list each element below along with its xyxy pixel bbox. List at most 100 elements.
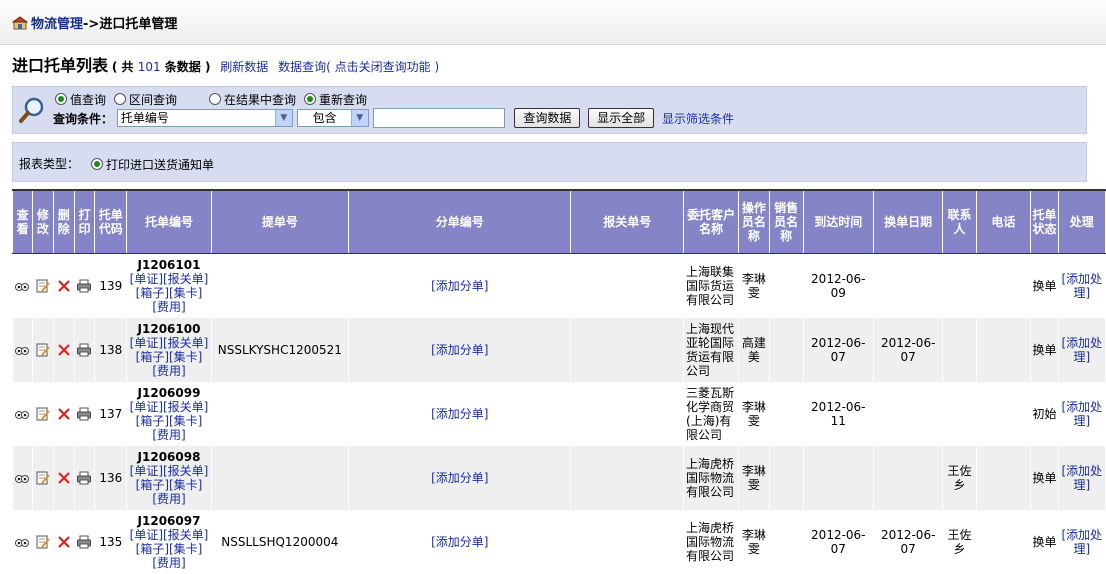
- col-view: 查看: [11, 189, 34, 254]
- list-header: 进口托单列表 ( 共 101 条数据 ) 刷新数据 数据查询( 点击关闭查询功能…: [12, 52, 439, 76]
- view-icon[interactable]: [14, 406, 30, 422]
- delete-cell[interactable]: [53, 510, 75, 574]
- add-sub-link[interactable]: [添加分单]: [431, 279, 488, 293]
- search-field-select[interactable]: 托单编号 ▼: [116, 109, 293, 127]
- edit-icon[interactable]: [35, 534, 51, 550]
- breadcrumb-home-link[interactable]: 物流管理: [31, 17, 83, 32]
- search-value-input[interactable]: [372, 108, 505, 128]
- operator-cell: 李琳雯: [738, 382, 770, 446]
- add-sub-link[interactable]: [添加分单]: [431, 471, 488, 485]
- delete-cell[interactable]: [53, 382, 75, 446]
- edit-icon[interactable]: [35, 342, 51, 358]
- edit-icon[interactable]: [35, 406, 51, 422]
- action-cell: [添加处理]: [1058, 253, 1106, 318]
- code-cell: 139: [94, 253, 128, 318]
- view-cell[interactable]: [12, 446, 34, 510]
- print-icon[interactable]: [76, 470, 92, 486]
- table-row: 135 J1206097 [单证][报关单][箱子][集卡][费用] NSSLLSHQ…: [12, 510, 1106, 574]
- view-icon[interactable]: [14, 342, 30, 358]
- client-cell: 上海虎桥国际物流有限公司: [683, 446, 740, 510]
- show-filter-link[interactable]: 显示筛选条件: [662, 112, 734, 126]
- report-panel: 报表类型： 打印进口送货通知单: [12, 142, 1087, 182]
- query-toggle-link[interactable]: 数据查询( 点击关闭查询功能 ): [278, 60, 439, 74]
- add-action-link[interactable]: [添加处理]: [1061, 464, 1102, 492]
- view-icon[interactable]: [14, 534, 30, 550]
- order-no-cell: J1206101 [单证][报关单][箱子][集卡][费用]: [126, 253, 212, 318]
- phone-cell: [976, 382, 1032, 446]
- print-cell[interactable]: [74, 510, 96, 574]
- add-action-link[interactable]: [添加处理]: [1061, 528, 1102, 556]
- delete-icon[interactable]: [56, 534, 72, 550]
- search-operator-select[interactable]: 包含 ▼: [296, 109, 369, 127]
- exchange-date-cell: [873, 253, 944, 318]
- print-cell[interactable]: [74, 318, 96, 382]
- print-icon[interactable]: [76, 534, 92, 550]
- refresh-link[interactable]: 刷新数据: [220, 60, 268, 74]
- view-cell[interactable]: [12, 382, 34, 446]
- edit-cell[interactable]: [32, 446, 54, 510]
- search-mode-new-radio[interactable]: [304, 93, 317, 105]
- order-doc-links[interactable]: [单证][报关单][箱子][集卡][费用]: [130, 400, 209, 442]
- search-mode-within-radio[interactable]: [209, 93, 222, 105]
- print-cell[interactable]: [74, 382, 96, 446]
- edit-cell[interactable]: [32, 382, 54, 446]
- view-cell[interactable]: [12, 510, 34, 574]
- edit-icon[interactable]: [35, 470, 51, 486]
- print-cell[interactable]: [74, 253, 96, 318]
- print-icon[interactable]: [76, 278, 92, 294]
- report-type-label: 报表类型：: [19, 157, 80, 171]
- edit-cell[interactable]: [32, 318, 54, 382]
- order-doc-links[interactable]: [单证][报关单][箱子][集卡][费用]: [130, 464, 209, 506]
- action-cell: [添加处理]: [1058, 446, 1106, 510]
- delete-icon[interactable]: [56, 470, 72, 486]
- order-no-cell: J1206099 [单证][报关单][箱子][集卡][费用]: [126, 382, 212, 446]
- add-action-link[interactable]: [添加处理]: [1061, 400, 1102, 428]
- edit-cell[interactable]: [32, 253, 54, 318]
- sub-no-cell: [添加分单]: [348, 318, 572, 382]
- add-action-link[interactable]: [添加处理]: [1061, 272, 1102, 300]
- edit-icon[interactable]: [35, 278, 51, 294]
- report-option-radio[interactable]: [91, 158, 103, 170]
- order-doc-links[interactable]: [单证][报关单][箱子][集卡][费用]: [130, 336, 209, 378]
- print-cell[interactable]: [74, 446, 96, 510]
- delete-icon[interactable]: [56, 278, 72, 294]
- sales-cell: [769, 253, 804, 318]
- page-title: 进口托单列表: [12, 56, 109, 75]
- search-field-value: 托单编号: [120, 111, 169, 125]
- delete-cell[interactable]: [53, 446, 75, 510]
- edit-cell[interactable]: [32, 510, 54, 574]
- col-delete: 删除: [52, 189, 75, 254]
- print-icon[interactable]: [76, 342, 92, 358]
- view-icon[interactable]: [14, 278, 30, 294]
- col-sub-no: 分单编号: [348, 189, 572, 254]
- record-count-number: 101: [137, 60, 161, 74]
- order-doc-links[interactable]: [单证][报关单][箱子][集卡][费用]: [130, 528, 209, 570]
- search-mode-value-radio[interactable]: [55, 93, 67, 105]
- view-icon[interactable]: [14, 470, 30, 486]
- report-type-option[interactable]: 打印进口送货通知单: [91, 156, 214, 173]
- query-button[interactable]: 查询数据: [514, 108, 581, 128]
- exchange-date-cell: 2012-06-07: [873, 510, 944, 574]
- add-sub-link[interactable]: [添加分单]: [431, 343, 488, 357]
- col-sales: 销售员名称: [768, 189, 804, 254]
- view-cell[interactable]: [12, 253, 34, 318]
- add-sub-link[interactable]: [添加分单]: [431, 407, 488, 421]
- delete-cell[interactable]: [53, 318, 75, 382]
- view-cell[interactable]: [12, 318, 34, 382]
- print-icon[interactable]: [76, 406, 92, 422]
- add-sub-link[interactable]: [添加分单]: [431, 535, 488, 549]
- delete-icon[interactable]: [56, 406, 72, 422]
- delete-icon[interactable]: [56, 342, 72, 358]
- phone-cell: [976, 253, 1032, 318]
- order-doc-links[interactable]: [单证][报关单][箱子][集卡][费用]: [130, 272, 209, 314]
- add-action-link[interactable]: [添加处理]: [1061, 336, 1102, 364]
- table-header-row: 查看 修改 删除 打印 托单代码 托单编号 提单号 分单编号 报关单号 委托客户…: [11, 189, 1106, 254]
- client-cell: 上海联集国际货运有限公司: [683, 253, 740, 318]
- delete-cell[interactable]: [53, 253, 75, 318]
- sub-no-cell: [添加分单]: [348, 446, 572, 510]
- status-cell: 换单: [1030, 446, 1059, 510]
- search-mode-range-radio[interactable]: [114, 93, 127, 105]
- search-mode-within-label: 在结果中查询: [224, 93, 297, 107]
- col-exchange-date: 换单日期: [872, 189, 944, 254]
- show-all-button[interactable]: 显示全部: [588, 108, 655, 128]
